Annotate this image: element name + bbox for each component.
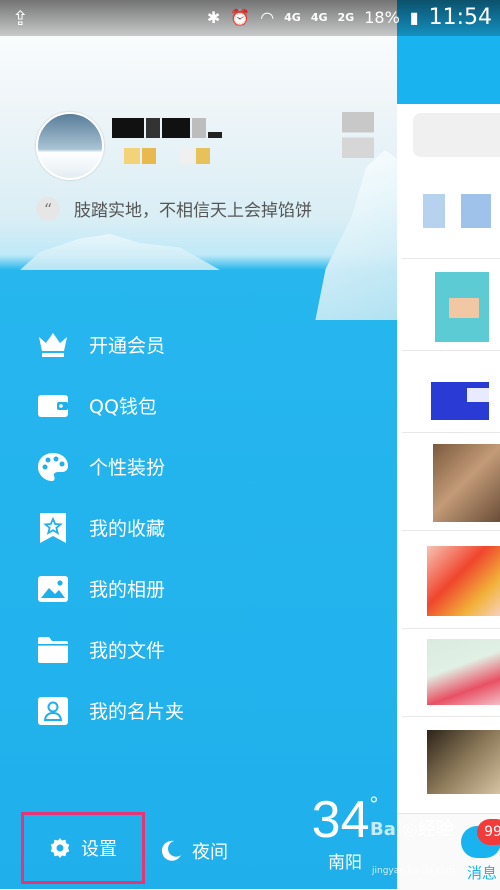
signature[interactable]: “ 肢踏实地，不相信天上会掉馅饼 [36, 196, 312, 221]
drawer-footer: 设置 夜间 34° 南阳 [0, 790, 397, 889]
ice-shelf-background [20, 234, 220, 270]
menu-item-vip[interactable]: 开通会员 [36, 314, 376, 375]
network-4g: 4G [284, 11, 301, 24]
night-label: 夜间 [192, 842, 228, 863]
watermark-url: jingyan.baidu.com [372, 866, 456, 876]
menu-item-cards[interactable]: 我的名片夹 [36, 680, 376, 741]
settings-label: 设置 [81, 839, 117, 860]
menu-label: 我的名片夹 [89, 701, 185, 723]
search-input[interactable] [413, 113, 500, 157]
menu-item-themes[interactable]: 个性装扮 [36, 436, 376, 497]
conversation-avatar[interactable] [409, 268, 497, 348]
menu-label: 个性装扮 [89, 457, 166, 479]
signature-text: 肢踏实地，不相信天上会掉馅饼 [74, 201, 312, 221]
menu-item-favorites[interactable]: 我的收藏 [36, 497, 376, 558]
battery-percent: 18% [364, 8, 400, 27]
wallet-icon [36, 389, 70, 423]
bluetooth-icon: ✱ [206, 8, 221, 27]
menu-label: 我的相册 [89, 579, 166, 601]
folder-icon [36, 633, 70, 667]
conversation-avatar[interactable] [409, 186, 497, 266]
settings-button[interactable]: 设置 [21, 812, 145, 884]
battery-icon: ▮ [409, 8, 419, 27]
divider [402, 716, 500, 717]
menu-label: 我的收藏 [89, 518, 166, 540]
network-4g-signal: 4G [310, 11, 328, 24]
network-2g-signal: 2G [337, 11, 355, 24]
menu-item-files[interactable]: 我的文件 [36, 619, 376, 680]
conversation-avatar[interactable] [409, 370, 497, 450]
crown-icon [36, 328, 70, 362]
conversation-avatar[interactable] [409, 635, 500, 715]
menu-item-album[interactable]: 我的相册 [36, 558, 376, 619]
moon-icon [161, 840, 181, 861]
conversation-avatar[interactable] [409, 440, 500, 522]
side-drawer: “ 肢踏实地，不相信天上会掉馅饼 开通会员 QQ钱包 个性装扮 我的收藏 我的相… [0, 0, 397, 889]
contact-card-icon [36, 694, 70, 728]
drawer-menu: 开通会员 QQ钱包 个性装扮 我的收藏 我的相册 我的文件 我的名片夹 [36, 314, 376, 741]
tab-messages[interactable]: 消息 [467, 862, 497, 883]
qr-code-icon[interactable] [342, 112, 374, 158]
conversation-avatar[interactable] [409, 726, 500, 806]
divider [402, 350, 500, 351]
menu-label: QQ钱包 [89, 396, 157, 418]
alarm-icon: ⏰ [230, 8, 251, 27]
palette-icon [36, 450, 70, 484]
menu-item-wallet[interactable]: QQ钱包 [36, 375, 376, 436]
divider [402, 258, 500, 259]
watermark: Bai◎经验 [370, 819, 454, 840]
upload-icon: ⇪ [12, 6, 29, 30]
clock: 11:54 [428, 5, 492, 30]
wifi-icon: ◠ [260, 8, 275, 27]
quote-icon: “ [36, 196, 60, 221]
menu-label: 开通会员 [89, 335, 166, 357]
conversation-avatar[interactable] [409, 540, 500, 620]
message-list-peek: 99 消息 [397, 0, 500, 890]
bookmark-star-icon [36, 511, 70, 545]
avatar[interactable] [36, 112, 104, 180]
level-badges [124, 148, 210, 164]
photo-icon [36, 572, 70, 606]
divider [402, 432, 500, 433]
nickname-pixelated[interactable] [112, 118, 222, 138]
unread-badge: 99 [477, 819, 500, 845]
status-bar: ⇪ ✱ ⏰ ◠ 4G 4G 2G 18% ▮ 11:54 [0, 0, 500, 36]
menu-label: 我的文件 [89, 640, 166, 662]
night-mode-button[interactable]: 夜间 [160, 838, 228, 864]
divider [402, 628, 500, 629]
iceberg-background [315, 150, 397, 320]
gear-icon [50, 838, 70, 858]
divider [402, 530, 500, 531]
